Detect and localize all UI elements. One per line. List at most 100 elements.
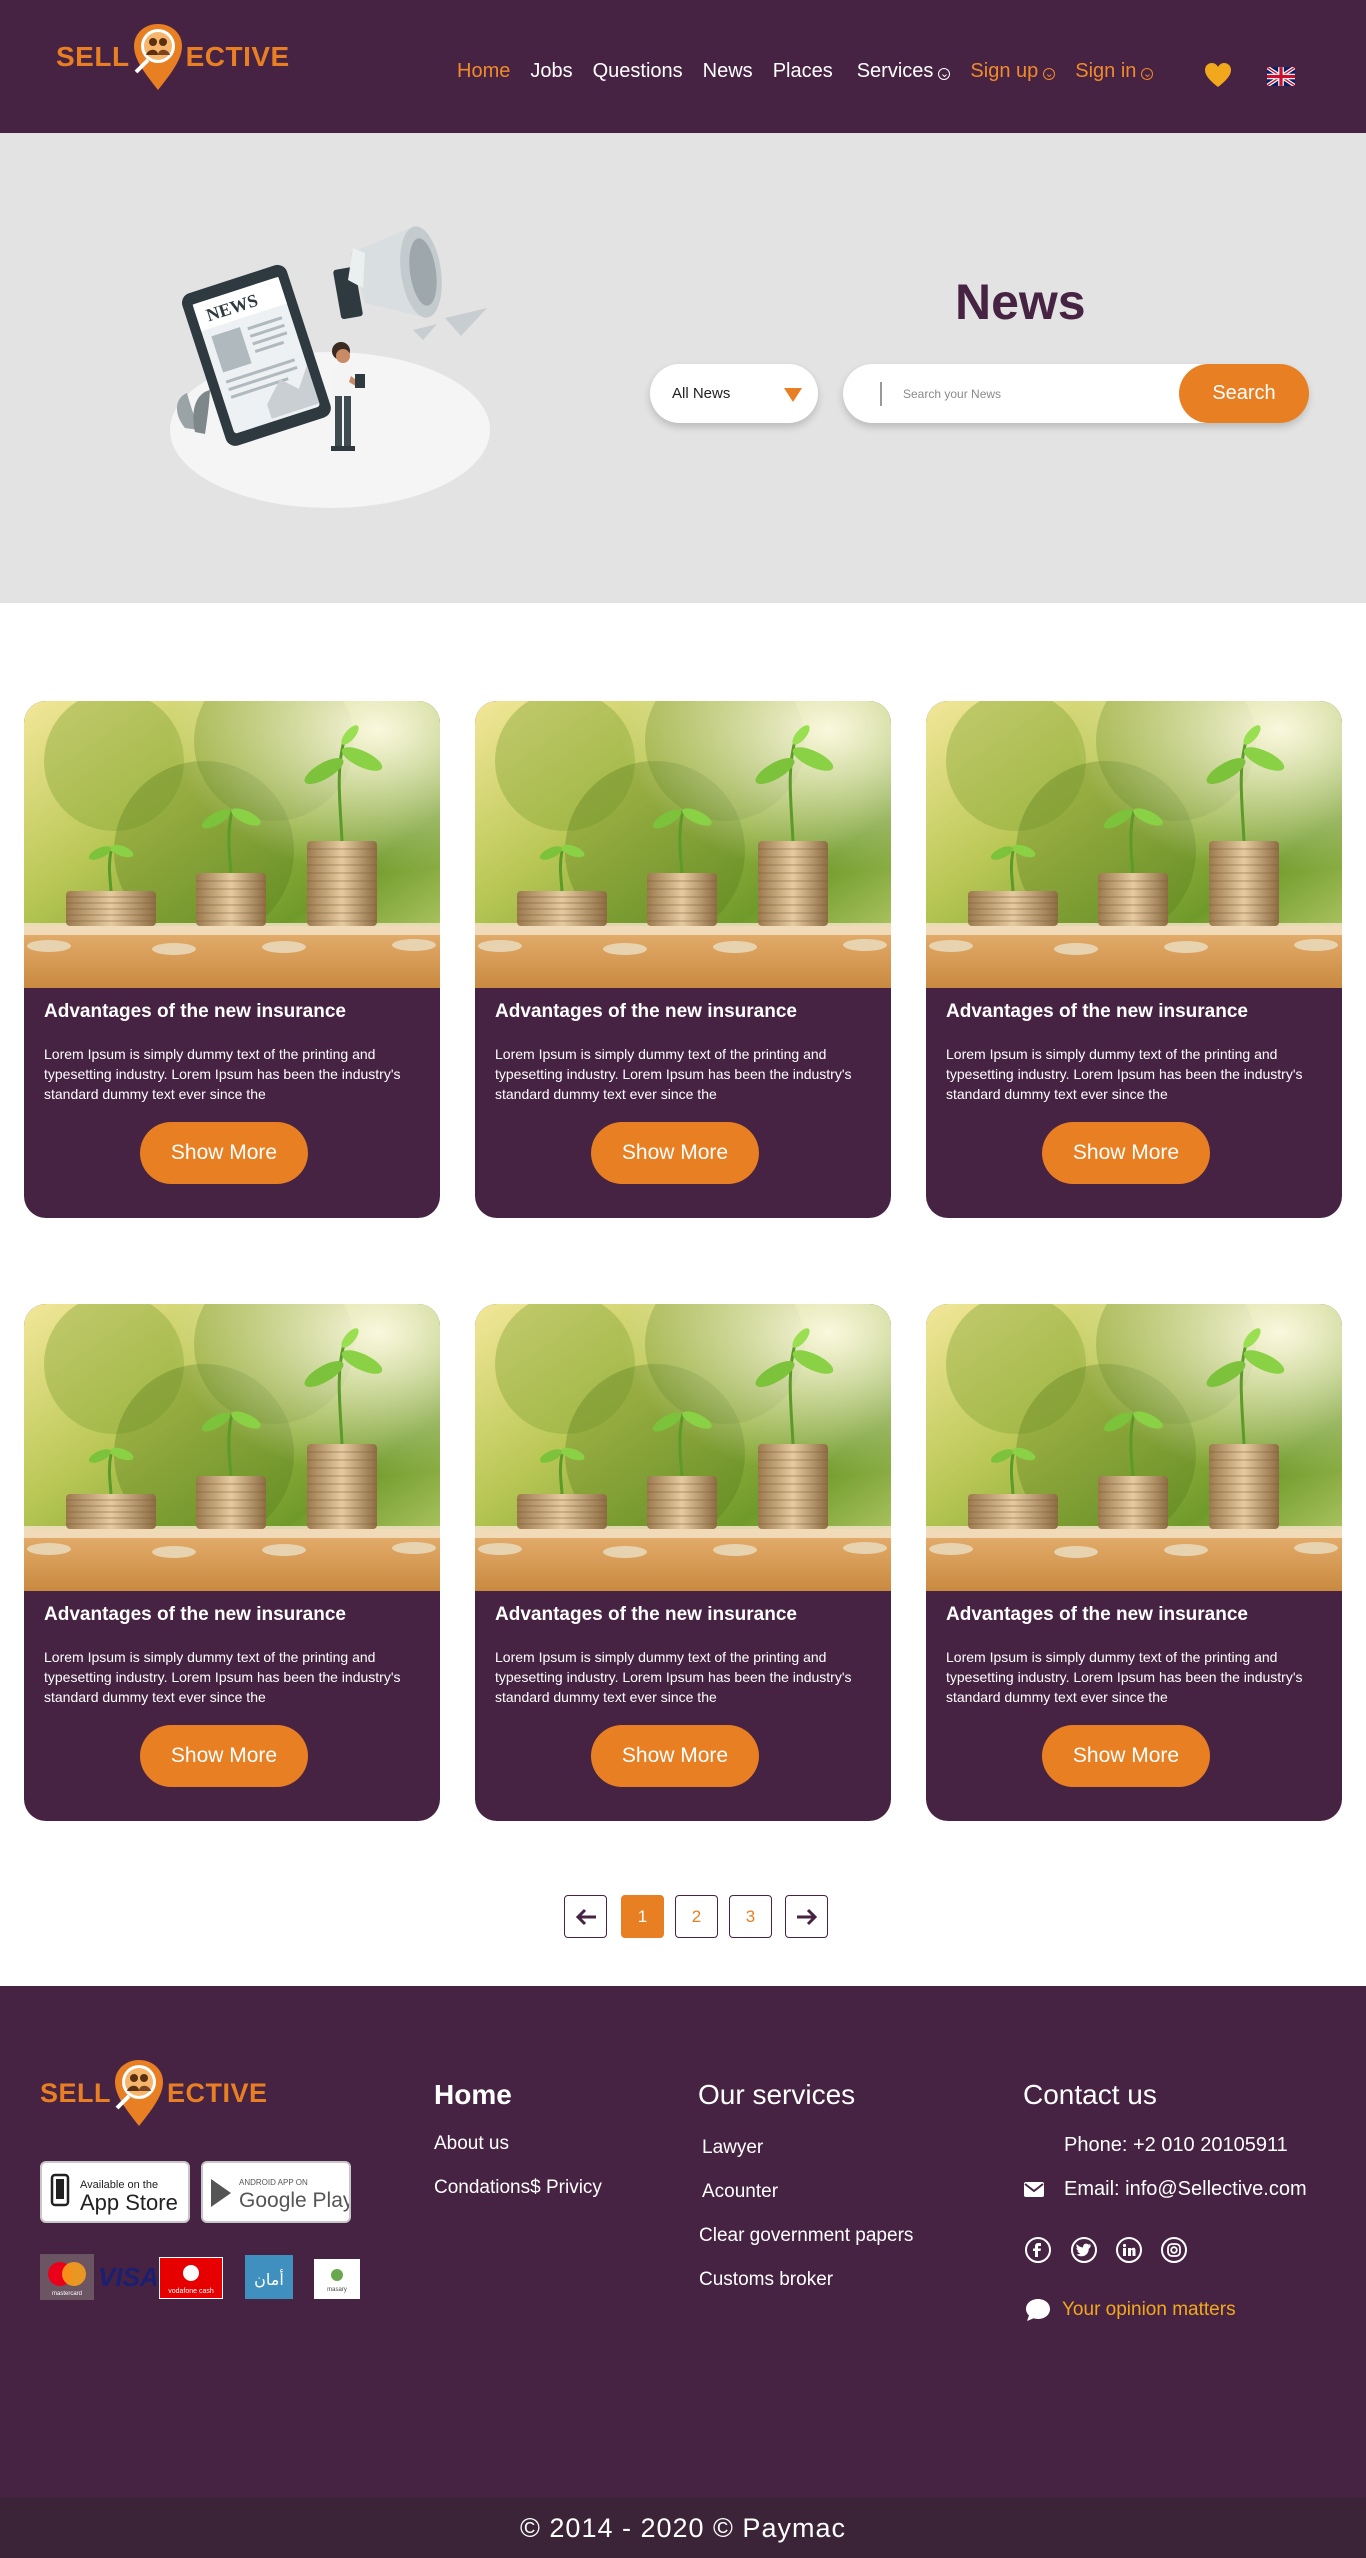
footer-home-title[interactable]: Home <box>434 2079 512 2111</box>
footer-link-about[interactable]: About us <box>434 2133 509 2155</box>
dropdown-triangle-icon <box>784 388 802 402</box>
nav-signin[interactable]: Sign in ⌄ <box>1075 60 1154 83</box>
nav-signin-label: Sign in <box>1075 60 1137 82</box>
pagination-prev-button[interactable] <box>564 1895 607 1938</box>
logo-text-left: SELL <box>40 2077 112 2108</box>
logo-text-right: ECTIVE <box>185 41 290 72</box>
card-description: Lorem Ipsum is simply dummy text of the … <box>44 1649 401 1705</box>
news-card: Advantages of the new insurance Lorem Ip… <box>926 701 1342 1218</box>
show-more-button[interactable]: Show More <box>591 1725 759 1787</box>
card-title: Advantages of the new insurance <box>946 1001 1248 1022</box>
facebook-icon[interactable] <box>1025 2237 1051 2263</box>
chevron-down-icon: ⌄ <box>1043 67 1056 80</box>
search-button[interactable]: Search <box>1179 364 1309 423</box>
chevron-down-icon: ⌄ <box>938 67 951 80</box>
footer-link-accounter[interactable]: Acounter <box>702 2181 778 2203</box>
card-description: Lorem Ipsum is simply dummy text of the … <box>495 1649 852 1705</box>
visa-logo: VISA <box>98 2262 156 2292</box>
card-description: Lorem Ipsum is simply dummy text of the … <box>495 1046 852 1102</box>
card-description: Lorem Ipsum is simply dummy text of the … <box>946 1046 1303 1102</box>
app-store-badge[interactable]: Available on the App Store <box>40 2161 190 2223</box>
arrow-right-icon <box>796 1908 817 1925</box>
logo-text-right: ECTIVE <box>167 2077 268 2108</box>
chevron-down-icon: ⌄ <box>1141 67 1154 80</box>
card-image <box>926 1304 1342 1591</box>
news-card: Advantages of the new insurance Lorem Ip… <box>24 701 440 1218</box>
copyright-bar: © 2014 - 2020 © Paymac <box>0 2498 1366 2558</box>
google-play-small-text: ANDROID APP ON <box>239 2178 308 2187</box>
footer-link-conditions-privacy[interactable]: Condations$ Privicy <box>434 2177 602 2199</box>
arrow-left-icon <box>575 1908 596 1925</box>
contact-email: Email: info@Sellective.com <box>1064 2178 1307 2200</box>
google-play-badge-art: ANDROID APP ON Google Play <box>211 2178 354 2212</box>
google-play-badge[interactable]: ANDROID APP ON Google Play <box>201 2161 354 2223</box>
nav-questions[interactable]: Questions <box>593 60 683 83</box>
instagram-icon[interactable] <box>1161 2237 1187 2263</box>
footer-logo[interactable]: SELL ECTIVE <box>40 2058 268 2128</box>
footer-link-customs-broker[interactable]: Customs broker <box>699 2269 833 2291</box>
pagination-page-2[interactable]: 2 <box>675 1895 718 1938</box>
card-image <box>475 701 891 988</box>
pagination-page-3[interactable]: 3 <box>729 1895 772 1938</box>
nav-services[interactable]: Services ⌄ <box>857 60 951 83</box>
mastercard-logo: mastercard <box>40 2254 94 2300</box>
nav-signup[interactable]: Sign up ⌄ <box>970 60 1056 83</box>
card-image <box>926 701 1342 988</box>
footer-link-lawyer[interactable]: Lawyer <box>702 2137 763 2159</box>
filter-selected-value: All News <box>672 385 731 402</box>
card-image <box>475 1304 891 1591</box>
nav-home[interactable]: Home <box>457 60 510 83</box>
google-play-big-text: Google Play <box>239 2189 349 2212</box>
vodafone-cash-text: vodafone cash <box>168 2288 214 2295</box>
card-description: Lorem Ipsum is simply dummy text of the … <box>946 1649 1303 1705</box>
header-logo[interactable]: SELL ECTIVE <box>56 22 290 92</box>
news-card: Advantages of the new insurance Lorem Ip… <box>24 1304 440 1821</box>
card-title: Advantages of the new insurance <box>44 1001 346 1022</box>
nav-services-label: Services <box>856 60 934 82</box>
heart-icon[interactable] <box>1204 62 1232 88</box>
copyright-text: © 2014 - 2020 © Paymac <box>520 2512 846 2543</box>
show-more-button[interactable]: Show More <box>1042 1122 1210 1184</box>
uk-flag-icon[interactable] <box>1267 67 1295 86</box>
mail-icon <box>1024 2182 1044 2197</box>
footer-services-title: Our services <box>698 2079 856 2110</box>
visa-text: VISA <box>98 2262 156 2292</box>
card-title: Advantages of the new insurance <box>946 1604 1248 1625</box>
show-more-button[interactable]: Show More <box>140 1122 308 1184</box>
show-more-button[interactable]: Show More <box>140 1725 308 1787</box>
card-title: Advantages of the new insurance <box>44 1604 346 1625</box>
logo-text-left: SELL <box>56 41 130 72</box>
contact-phone: Phone: +2 010 20105911 <box>1064 2134 1288 2156</box>
site-header: SELL ECTIVE Home Jobs Questions News Pla… <box>0 0 1366 133</box>
opinion-link[interactable]: Your opinion matters <box>1024 2297 1236 2323</box>
masary-text: masary <box>327 2287 347 2293</box>
mastercard-text: mastercard <box>52 2291 82 2297</box>
nav-jobs[interactable]: Jobs <box>530 60 572 83</box>
aman-text: أمان <box>254 2269 284 2289</box>
show-more-button[interactable]: Show More <box>591 1122 759 1184</box>
search-input[interactable] <box>903 379 1133 409</box>
card-image <box>24 1304 440 1591</box>
logo-pin-icon <box>131 22 184 92</box>
aman-logo: أمان <box>245 2255 293 2299</box>
vodafone-cash-logo: vodafone cash <box>159 2257 223 2299</box>
linkedin-icon[interactable] <box>1116 2237 1142 2263</box>
footer-contact-title: Contact us <box>1023 2079 1157 2110</box>
twitter-icon[interactable] <box>1071 2237 1097 2263</box>
news-filter-select[interactable]: All News <box>650 364 818 423</box>
site-footer: SELL ECTIVE <box>0 1986 1366 2498</box>
main-nav: Home Jobs Questions News Places Services… <box>457 60 1173 83</box>
chat-bubble-icon <box>1026 2299 1050 2321</box>
card-description: Lorem Ipsum is simply dummy text of the … <box>44 1046 401 1102</box>
pagination-page-1[interactable]: 1 <box>621 1895 664 1938</box>
nav-places[interactable]: Places <box>773 60 833 83</box>
footer-link-government-papers[interactable]: Clear government papers <box>699 2225 913 2247</box>
nav-signup-label: Sign up <box>970 60 1039 82</box>
masary-logo: masary <box>314 2259 360 2299</box>
nav-news[interactable]: News <box>703 60 753 83</box>
pagination-next-button[interactable] <box>785 1895 828 1938</box>
card-title: Advantages of the new insurance <box>495 1604 797 1625</box>
hero-section: NEWS News All News Search your News Sear… <box>0 133 1366 603</box>
news-megaphone-illustration: NEWS <box>170 226 490 508</box>
show-more-button[interactable]: Show More <box>1042 1725 1210 1787</box>
